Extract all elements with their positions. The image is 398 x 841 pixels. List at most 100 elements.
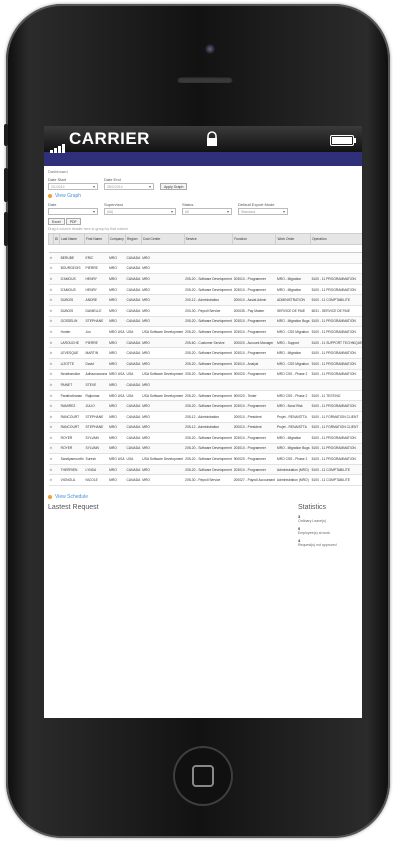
status-bar: CARRIER	[44, 126, 362, 153]
table-cell: 5100 - 11 PROGRAMMATION	[310, 453, 362, 465]
chevron-down-icon[interactable]: ▾	[93, 209, 95, 214]
table-cell: 205-20 - Software Development	[184, 284, 233, 296]
table-row[interactable]: ⊕ LAROUCHE PIERRE MRO CANADA MRO 205-60 - Cust…	[48, 337, 362, 349]
column-filter[interactable]	[184, 244, 233, 253]
table-row[interactable]: ⊕ PAINET STEVE MRO CANADA MRO	[48, 379, 362, 391]
table-row[interactable]: ⊕ D'AMOUS HENRY MRO CANADA MRO 205-20 - Softwa…	[48, 273, 362, 285]
table-cell: 205-20 - Software Development	[184, 358, 233, 370]
view-graph-link[interactable]: View Graph	[48, 193, 358, 199]
table-cell: 205-30 - Payroll Service	[184, 474, 233, 487]
breadcrumb[interactable]: Dashboard	[48, 169, 358, 174]
table-cell: MRO	[108, 284, 126, 296]
battery-icon	[330, 135, 356, 146]
home-button[interactable]	[173, 746, 233, 806]
statistics-panel: Statistics 3 Ordinary Leave(s) 0 Employee(…	[298, 504, 358, 547]
chevron-down-icon[interactable]: ▾	[149, 184, 151, 189]
export-mode-select[interactable]: Standard ▾	[238, 208, 288, 215]
table-row[interactable]: ⊕ Hunter Jon MRO USA USA USA Software Develop…	[48, 326, 362, 338]
table-cell: RANCOURT	[59, 422, 85, 434]
column-filter[interactable]	[59, 244, 85, 253]
table-row[interactable]: ⊕ RAMIREZ JULIO MRO CANADA MRO 205-20 - Softwa…	[48, 400, 362, 412]
table-cell: MRO - Migration	[275, 347, 311, 359]
date-end-field: Date End 28/2/2014 ▾	[104, 177, 154, 190]
table-row[interactable]: ⊕ LEVESQUE MARTIN MRO CANADA MRO 205-20 - Soft…	[48, 347, 362, 359]
mute-switch[interactable]	[4, 124, 8, 146]
table-cell: MRO	[108, 347, 126, 359]
table-row[interactable]: ⊕ BERUBE ERIC MRO CANADA MRO	[48, 252, 362, 264]
table-cell: HENRY	[84, 273, 109, 285]
table-row[interactable]: ⊕BOURGEOISPIERREMROCANADAMROAbsence	[48, 263, 362, 275]
chevron-down-icon[interactable]: ▾	[283, 209, 285, 214]
table-cell: CANADA	[125, 263, 142, 275]
column-header[interactable]: Service	[183, 233, 234, 245]
table-cell: CANADA	[125, 443, 142, 455]
table-cell: 205-20 - Software Development	[184, 390, 233, 402]
table-row[interactable]: ⊕ DUBOIS DANIELLE MRO CANADA MRO 200-30 - Payr…	[48, 305, 362, 317]
status-label: Status	[182, 202, 194, 207]
table-row[interactable]: ⊕ ROYER SYLVAIN MRO CANADA MRO 205-20 - Softwa…	[48, 443, 362, 455]
pdf-button[interactable]: PDF	[65, 218, 81, 225]
date-start-picker[interactable]: 2/1/2014 ▾	[48, 183, 98, 190]
table-cell: MRO	[141, 379, 185, 391]
view-schedule-link[interactable]: View Schedule	[48, 494, 358, 500]
table-cell: 200035 - Pay Master	[232, 305, 276, 317]
table-cell: 203010 - Programmer	[232, 464, 276, 476]
supervisor-select[interactable]: (All) ▾	[104, 208, 176, 215]
column-filter[interactable]	[310, 244, 362, 253]
date-picker[interactable]: ▾	[48, 208, 98, 215]
apply-graph-button[interactable]: Apply Graph	[160, 183, 188, 190]
date-end-picker[interactable]: 28/2/2014 ▾	[104, 183, 154, 190]
table-row[interactable]: ⊕ Sandiyamoorthi Suresh MRO USA USA USA Softw…	[48, 453, 362, 465]
column-filter[interactable]	[108, 244, 126, 253]
table-row[interactable]: ⊕ DUBOIS ANDRE MRO CANADA MRO 200-12 - Adminis…	[48, 294, 362, 306]
table-cell: D'AMOUS	[59, 284, 85, 296]
column-filter[interactable]	[125, 244, 142, 253]
table-cell: USA Software Development	[141, 369, 185, 381]
table-row[interactable]: ⊕ ROYER SYLVAIN MRO CANADA MRO 205-20 - Softwa…	[48, 432, 362, 444]
column-header[interactable]: Company	[107, 233, 127, 245]
status-select[interactable]: All ▾	[182, 208, 232, 215]
volume-up-button[interactable]	[4, 168, 8, 202]
column-header[interactable]: Work Order	[275, 233, 312, 245]
column-header[interactable]: Last Name	[59, 233, 85, 245]
column-filter[interactable]	[84, 244, 109, 253]
table-cell: 200-30 - Payroll Service	[184, 305, 233, 317]
table-row[interactable]: ⊕ VIGNOLA NICOLE MRO CANADA MRO 205-30 - Payro…	[48, 474, 362, 487]
table-cell: 205-20 - Software Development	[184, 400, 233, 412]
table-row[interactable]: ⊕ RANCOURT STEPHANE MRO CANADA MRO 205-12 - Ad…	[48, 411, 362, 423]
column-header[interactable]: Cost Center	[140, 233, 185, 245]
table-cell: 205-12 - Administration	[184, 411, 233, 423]
table-cell: Rajkumar	[84, 390, 109, 402]
table-cell: USA	[125, 326, 142, 338]
excel-button[interactable]: Excel	[48, 218, 65, 225]
table-cell: THERRIEN	[59, 464, 85, 476]
column-header[interactable]: Operation	[310, 233, 362, 245]
table-row[interactable]: ⊕ THERRIEN LYNDA MRO CANADA MRO 205-20 - Softw…	[48, 464, 362, 476]
table-row[interactable]: ⊕ D'AMOUS HENRY MRO CANADA MRO 205-20 - Softwa…	[48, 284, 362, 296]
table-cell: 203010 - Programmer	[232, 443, 276, 455]
column-filter[interactable]	[141, 244, 185, 253]
column-filter[interactable]	[232, 244, 276, 253]
table-cell: MRO	[108, 263, 126, 275]
chevron-down-icon[interactable]: ▾	[93, 184, 95, 189]
table-row[interactable]: ⊕ LIZOTTE David MRO CANADA MRO 205-20 - Softwa…	[48, 358, 362, 370]
table-cell: CANADA	[125, 432, 142, 444]
volume-down-button[interactable]	[4, 212, 8, 246]
column-header[interactable]: Function	[232, 233, 277, 245]
column-filter[interactable]	[275, 244, 311, 253]
table-row[interactable]: ⊕ Parathothanan Rajkumar MRO USA USA USA Soft…	[48, 390, 362, 402]
table-row[interactable]: ⊕ Neubhandlon Adhaunaroona MRO USA USA USA So…	[48, 369, 362, 381]
table-cell: CANADA	[125, 358, 142, 370]
table-row[interactable]: ⊕ GOSSELIN STEPHANE MRO CANADA MRO 205-20 - So…	[48, 316, 362, 328]
table-cell: ANDRE	[84, 294, 109, 306]
table-cell: BERUBE	[59, 252, 85, 264]
column-header[interactable]: First Name	[84, 233, 109, 245]
column-header[interactable]: Region	[125, 233, 142, 245]
table-cell: MRO - Migration Bugs	[275, 316, 311, 328]
chevron-down-icon[interactable]: ▾	[171, 209, 173, 214]
table-row[interactable]: ⊕ RANCOURT STEPHANE MRO CANADA MRO 205-12 - Ad…	[48, 422, 362, 434]
table-cell: CANADA	[125, 464, 142, 476]
table-cell: MRO CSS - Phase 2	[275, 453, 311, 465]
table-cell: 205-20 - Software Development	[184, 369, 233, 381]
chevron-down-icon[interactable]: ▾	[227, 209, 229, 214]
